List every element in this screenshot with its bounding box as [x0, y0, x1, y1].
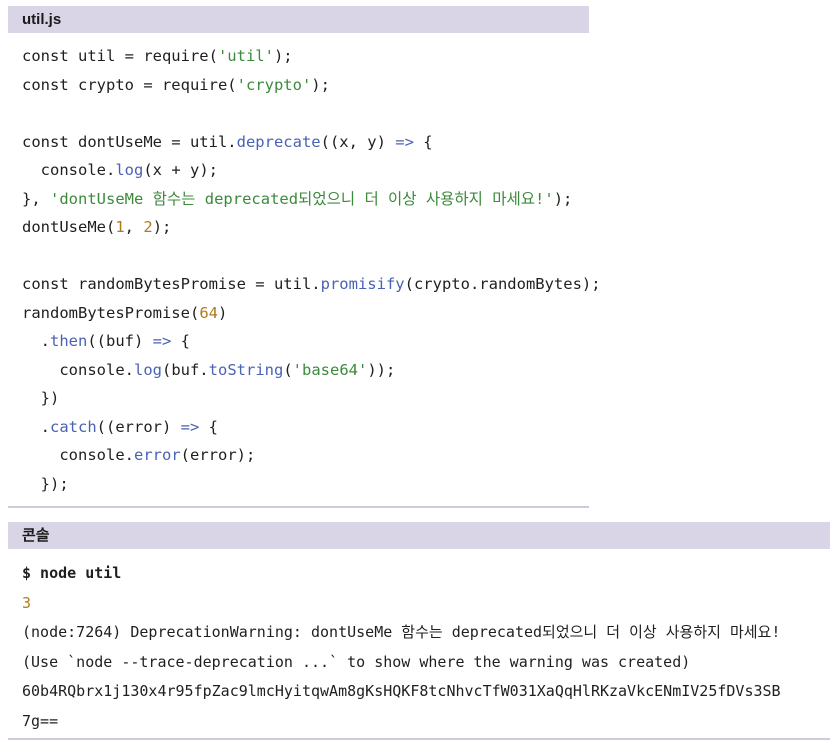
- console-output-line: (Use `node --trace-deprecation ...` to s…: [22, 652, 691, 671]
- code-line: .then((buf) => {: [22, 332, 190, 350]
- code-filename: util.js: [22, 11, 62, 28]
- code-line: const randomBytesPromise = util.promisif…: [22, 275, 601, 293]
- code-block: const util = require('util'); const crypt…: [22, 42, 601, 498]
- code-filename-header: util.js: [8, 6, 589, 33]
- console-output-line: 7g==: [22, 711, 59, 730]
- code-bottom-divider: [8, 506, 589, 508]
- console-bottom-divider: [8, 738, 830, 740]
- console-output-line: 60b4RQbrx1j130x4r95fpZac9lmcHyitqwAm8gKs…: [22, 682, 781, 700]
- console-output-line: (node:7264) DeprecationWarning: dontUseM…: [22, 623, 781, 641]
- code-line: randomBytesPromise(64): [22, 303, 228, 322]
- code-line: .catch((error) => {: [22, 417, 219, 436]
- code-line: });: [22, 474, 69, 493]
- code-line: console.log(buf.toString('base64'));: [22, 360, 396, 379]
- console-title: 콘솔: [22, 527, 50, 544]
- console-output-line: 3: [22, 593, 32, 612]
- code-line: dontUseMe(1, 2);: [22, 218, 172, 236]
- code-line: ​: [22, 242, 601, 271]
- code-line: const dontUseMe = util.deprecate((x, y) …: [22, 132, 433, 151]
- console-command: $ node util: [22, 564, 122, 582]
- console-title-header: 콘솔: [8, 522, 830, 549]
- console-output-block: $ node util 3 (node:7264) DeprecationWarni…: [22, 559, 781, 736]
- code-line: console.log(x + y);: [22, 161, 218, 179]
- code-line: const crypto = require('crypto');: [22, 75, 330, 94]
- code-line: ​: [22, 99, 601, 128]
- code-line: }, 'dontUseMe 함수는 deprecated되었으니 더 이상 사용…: [22, 189, 573, 208]
- code-line: }): [22, 389, 60, 407]
- code-line: console.error(error);: [22, 446, 256, 464]
- code-line: const util = require('util');: [22, 47, 293, 65]
